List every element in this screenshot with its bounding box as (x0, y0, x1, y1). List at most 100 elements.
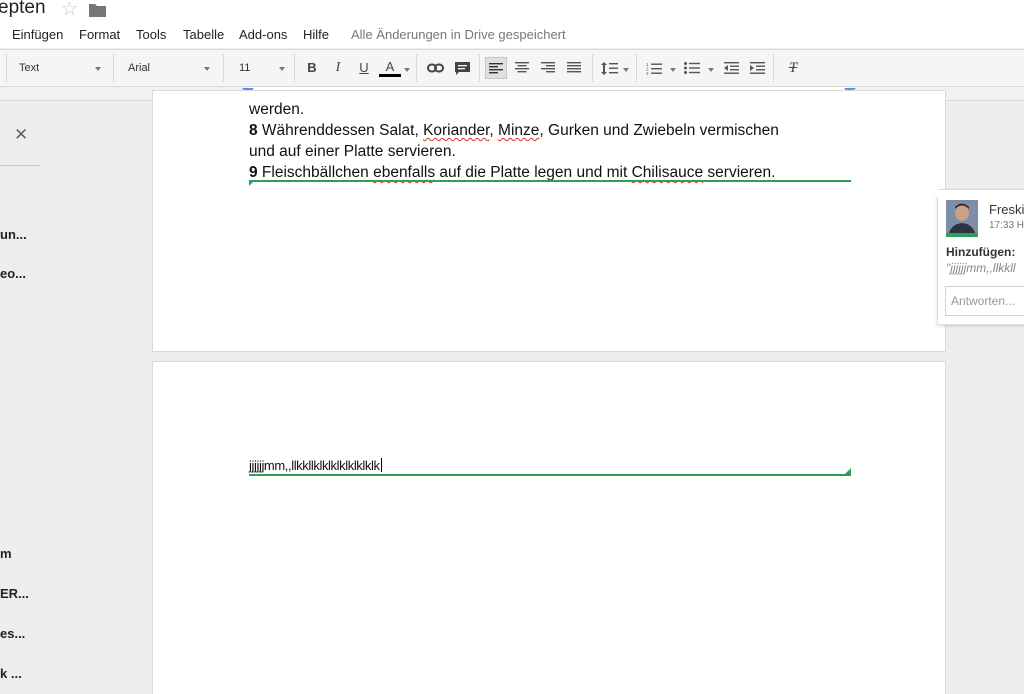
link-icon (426, 63, 444, 73)
suggestion-text[interactable]: jjjjjjmm,,llkkllklklklklklklklk (249, 458, 382, 473)
doc-step-8[interactable]: 8 Währenddessen Salat, Koriander, Minze,… (249, 122, 779, 140)
doc-text-line[interactable]: werden. (249, 101, 304, 119)
bold-button[interactable]: B (301, 57, 323, 79)
spellcheck-word[interactable]: Minze (498, 122, 539, 139)
outline-item[interactable]: eo... (0, 266, 26, 281)
doc-text-line[interactable]: und auf einer Platte servieren. (249, 143, 456, 161)
chevron-down-icon (95, 67, 101, 71)
insert-comment-button[interactable] (451, 57, 473, 79)
menu-tabelle[interactable]: Tabelle (183, 27, 224, 42)
style-select-label: Text (19, 62, 40, 74)
text-color-button[interactable]: A (379, 57, 401, 77)
close-icon[interactable]: ✕ (14, 125, 28, 145)
doc-text: Fleischbällchen (257, 164, 374, 181)
comment-icon (454, 62, 470, 75)
outline-item[interactable]: k ... (0, 666, 22, 681)
outline-item[interactable]: es... (0, 626, 25, 641)
increase-indent-icon (749, 62, 765, 74)
align-center-button[interactable] (511, 57, 533, 79)
comment-author: Freski (989, 202, 1024, 217)
chevron-down-icon (279, 67, 285, 71)
document-page[interactable]: jjjjjjmm,,llkkllklklklklklklklk (152, 361, 946, 694)
document-outline: ✕ un... eo... m ER... es... k ... (0, 101, 140, 694)
step-number: 9 (249, 164, 258, 181)
menu-einfuegen[interactable]: Einfügen (12, 27, 63, 42)
clear-formatting-button[interactable]: T (782, 57, 804, 79)
increase-indent-button[interactable] (746, 57, 768, 79)
decrease-indent-button[interactable] (720, 57, 742, 79)
toolbar-separator (6, 54, 7, 82)
suggestion-underline (249, 180, 851, 182)
suggestion-marker (845, 468, 851, 474)
comment-action: Hinzufügen: (946, 245, 1016, 259)
font-select-label: Arial (128, 62, 151, 74)
doc-text: Währenddessen Salat, (257, 122, 424, 139)
svg-text:3: 3 (646, 71, 649, 75)
toolbar-separator (636, 54, 637, 82)
decrease-indent-icon (723, 62, 739, 74)
document-page[interactable]: werden. 8 Währenddessen Salat, Koriander… (152, 90, 946, 352)
save-status: Alle Änderungen in Drive gespeichert (351, 27, 566, 42)
bulleted-list-button[interactable] (681, 57, 703, 79)
chevron-down-icon[interactable] (623, 68, 629, 72)
doc-text: , Gurken und Zwiebeln vermischen (539, 122, 779, 139)
align-right-button[interactable] (537, 57, 559, 79)
align-justify-button[interactable] (563, 57, 585, 79)
underline-button[interactable]: U (353, 57, 375, 79)
outline-divider (0, 165, 40, 166)
menu-format[interactable]: Format (79, 27, 120, 42)
font-size-label: 11 (239, 62, 251, 74)
align-justify-icon (567, 62, 581, 73)
align-center-icon (515, 62, 529, 73)
suggestion-comment-card[interactable]: Freski 17:33 H Hinzufügen: "jjjjjjmm,,ll… (930, 189, 1024, 325)
doc-text: auf die Platte legen und mit (435, 164, 632, 181)
chevron-down-icon[interactable] (708, 68, 714, 72)
numbered-list-button[interactable]: 1 2 3 (643, 57, 665, 79)
chevron-down-icon[interactable] (670, 68, 676, 72)
line-spacing-button[interactable] (598, 57, 620, 79)
numbered-list-icon: 1 2 3 (646, 62, 662, 75)
avatar (946, 200, 978, 237)
toolbar-separator (416, 54, 417, 82)
star-icon[interactable]: ☆ (61, 0, 78, 21)
doc-text: , (489, 122, 499, 139)
outline-item[interactable]: un... (0, 227, 27, 242)
document-title[interactable]: epten (0, 0, 46, 19)
toolbar-separator (773, 54, 774, 82)
title-bar: epten ☆ (0, 0, 1024, 22)
style-select[interactable]: Text (19, 58, 101, 80)
insert-link-button[interactable] (424, 57, 446, 79)
toolbar-separator (479, 54, 480, 82)
toolbar-separator (294, 54, 295, 82)
menu-bar: Einfügen Format Tools Tabelle Add-ons Hi… (0, 22, 1024, 48)
chevron-down-icon[interactable] (404, 68, 410, 72)
toolbar-separator (223, 54, 224, 82)
suggested-insertion: jjjjjjmm,,llkkllklklklklklklklk (249, 458, 380, 473)
line-spacing-icon (600, 62, 618, 75)
toolbar-separator (113, 54, 114, 82)
comment-pointer (930, 189, 938, 198)
outline-item[interactable]: m (0, 546, 12, 561)
font-select[interactable]: Arial (128, 58, 210, 80)
toolbar: Text Arial 11 B I U A 1 2 3 T (0, 49, 1024, 87)
suggestion-marker (249, 180, 255, 186)
align-left-button[interactable] (485, 57, 507, 79)
bulleted-list-icon (684, 62, 700, 74)
spellcheck-word[interactable]: Koriander (423, 122, 489, 139)
toolbar-separator (592, 54, 593, 82)
spellcheck-word[interactable]: Chilisauce (632, 164, 704, 181)
font-size-select[interactable]: 11 (239, 58, 285, 80)
menu-tools[interactable]: Tools (136, 27, 166, 42)
align-right-icon (541, 62, 555, 73)
folder-icon[interactable] (89, 3, 106, 17)
align-left-icon (489, 63, 503, 74)
comment-quote: "jjjjjjmm,,llkkll (946, 261, 1016, 275)
text-cursor (380, 458, 382, 472)
reply-input[interactable] (945, 286, 1024, 316)
italic-button[interactable]: I (327, 57, 349, 79)
menu-hilfe[interactable]: Hilfe (303, 27, 329, 42)
menu-addons[interactable]: Add-ons (239, 27, 287, 42)
outline-item[interactable]: ER... (0, 586, 29, 601)
spellcheck-word[interactable]: ebenfalls (373, 164, 435, 181)
suggestion-underline (249, 474, 851, 476)
